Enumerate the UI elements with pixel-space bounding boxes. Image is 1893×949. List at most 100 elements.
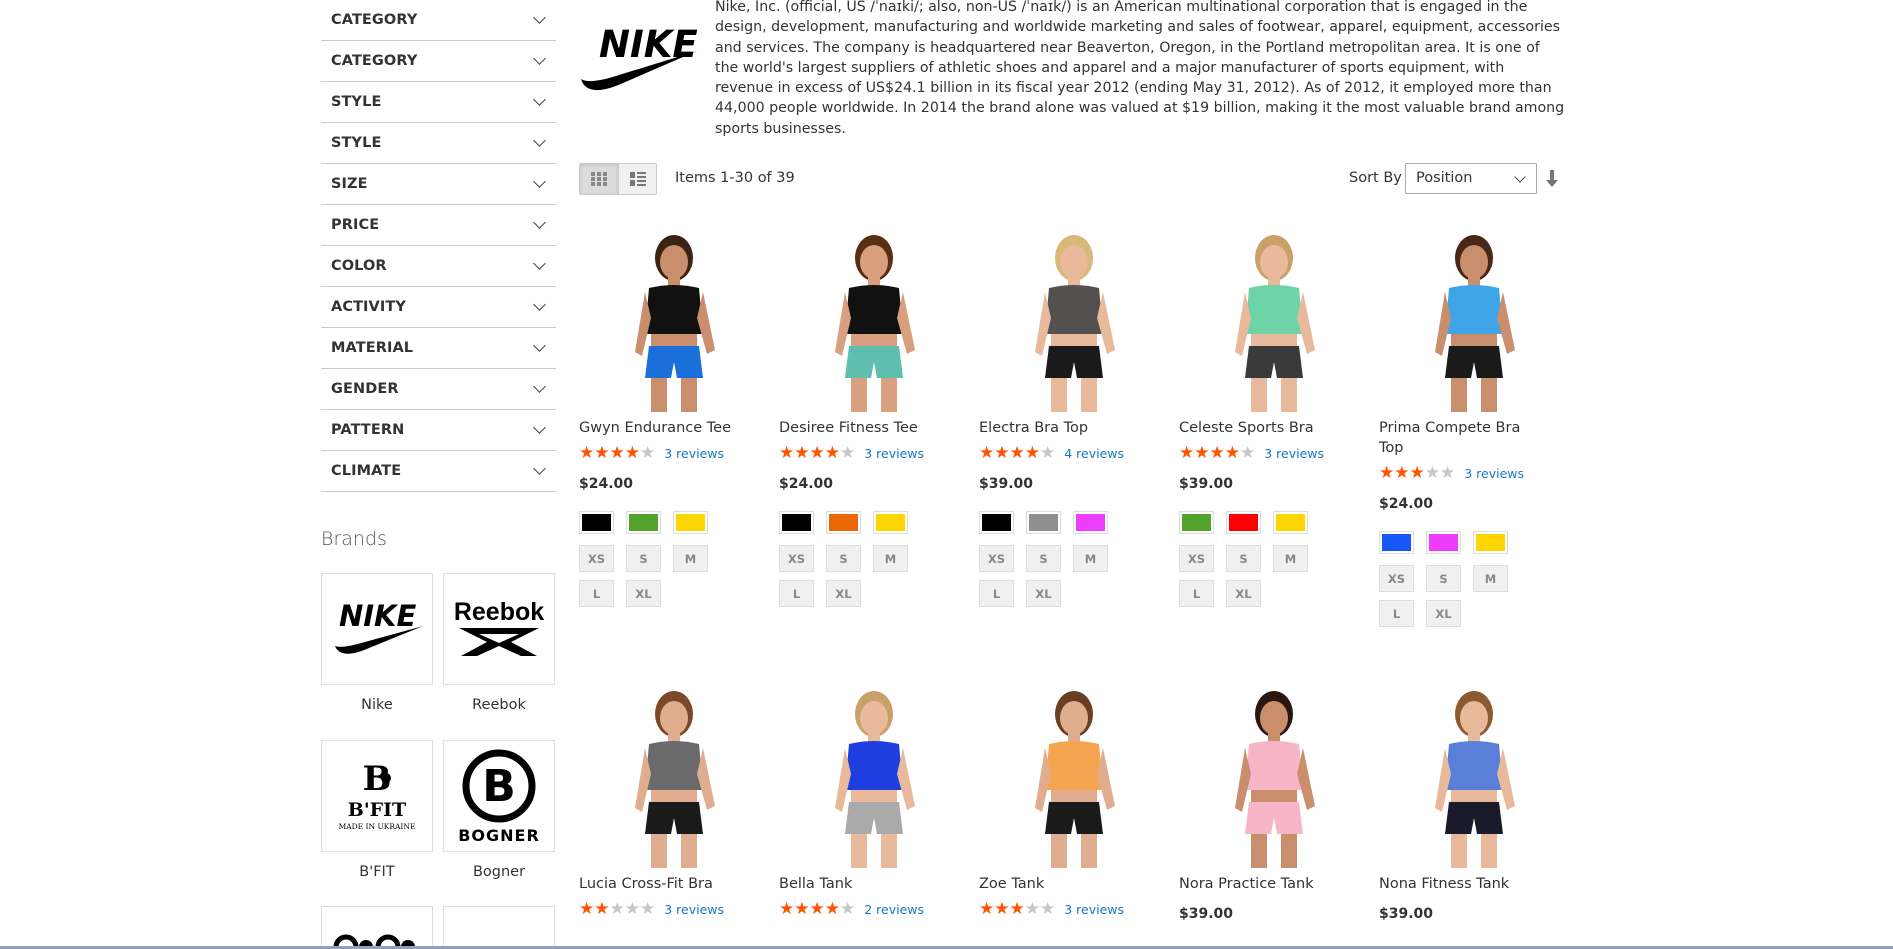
size-swatch[interactable]: XS	[779, 545, 814, 572]
filter-category[interactable]: CATEGORY	[321, 41, 556, 82]
brand-name[interactable]: Bogner	[443, 864, 555, 880]
bfit-logo[interactable]: B B'FIT MADE IN UKRAINE	[321, 740, 433, 852]
product-image[interactable]	[979, 222, 1169, 412]
size-swatch[interactable]: XL	[1226, 580, 1261, 607]
brand-tile-partial[interactable]	[443, 906, 555, 949]
filter-category[interactable]: CATEGORY	[321, 0, 556, 41]
grid-mode-button[interactable]	[580, 164, 618, 194]
brand-bfit[interactable]: B B'FIT MADE IN UKRAINE B'FIT	[321, 740, 433, 880]
color-swatch[interactable]	[979, 511, 1014, 534]
product-name-link[interactable]: Celeste Sports Bra	[1179, 418, 1369, 438]
size-swatch[interactable]: L	[1379, 600, 1414, 627]
reviews-link[interactable]: 2 reviews	[864, 902, 924, 917]
product-item[interactable]: Zoe Tank ★ ★ ★ ★ ★ 3 reviews	[979, 678, 1169, 919]
color-swatch[interactable]	[1226, 511, 1261, 534]
product-name-link[interactable]: Desiree Fitness Tee	[779, 418, 969, 438]
product-image[interactable]	[1179, 678, 1369, 868]
color-swatch[interactable]	[1379, 531, 1414, 554]
product-name-link[interactable]: Bella Tank	[779, 874, 969, 894]
brand-reebok[interactable]: Reebok Reebok	[443, 573, 555, 713]
product-item[interactable]: Prima Compete Bra Top ★ ★ ★ ★ ★ 3 reviews $24…	[1379, 222, 1569, 635]
brand-name[interactable]: Reebok	[443, 697, 555, 713]
size-swatch[interactable]: M	[873, 545, 908, 572]
size-swatch[interactable]: L	[979, 580, 1014, 607]
color-swatch[interactable]	[1473, 531, 1508, 554]
product-item[interactable]: Celeste Sports Bra ★ ★ ★ ★ ★ 3 reviews $39.00…	[1179, 222, 1369, 615]
sort-select[interactable]: Position	[1405, 163, 1537, 194]
size-swatch[interactable]: L	[779, 580, 814, 607]
filter-style[interactable]: STYLE	[321, 82, 556, 123]
product-name-link[interactable]: Nora Practice Tank	[1179, 874, 1369, 894]
color-swatch[interactable]	[1273, 511, 1308, 534]
product-image[interactable]	[1379, 222, 1569, 412]
product-image[interactable]	[1179, 222, 1369, 412]
product-image[interactable]	[579, 678, 769, 868]
size-swatch[interactable]: M	[1473, 565, 1508, 592]
color-swatch[interactable]	[826, 511, 861, 534]
color-swatch[interactable]	[873, 511, 908, 534]
product-item[interactable]: Electra Bra Top ★ ★ ★ ★ ★ 4 reviews $39.00 XS S…	[979, 222, 1169, 615]
size-swatch[interactable]: XS	[979, 545, 1014, 572]
color-swatch[interactable]	[1426, 531, 1461, 554]
nike-logo[interactable]: NIKE	[321, 573, 433, 685]
size-swatch[interactable]: XS	[1379, 565, 1414, 592]
reviews-link[interactable]: 4 reviews	[1064, 446, 1124, 461]
color-swatch[interactable]	[673, 511, 708, 534]
list-mode-button[interactable]	[618, 164, 656, 194]
product-name-link[interactable]: Nona Fitness Tank	[1379, 874, 1569, 894]
filter-material[interactable]: MATERIAL	[321, 328, 556, 369]
size-swatch[interactable]: S	[826, 545, 861, 572]
size-swatch[interactable]: XS	[1179, 545, 1214, 572]
product-name-link[interactable]: Gwyn Endurance Tee	[579, 418, 769, 438]
product-image[interactable]	[779, 222, 969, 412]
size-swatch[interactable]: XL	[1026, 580, 1061, 607]
brand-tile-partial[interactable]	[321, 906, 433, 949]
reviews-link[interactable]: 3 reviews	[864, 446, 924, 461]
reviews-link[interactable]: 3 reviews	[1264, 446, 1324, 461]
product-name-link[interactable]: Prima Compete Bra Top	[1379, 418, 1529, 458]
product-image[interactable]	[579, 222, 769, 412]
product-image[interactable]	[779, 678, 969, 868]
filter-color[interactable]: COLOR	[321, 246, 556, 287]
product-item[interactable]: Nona Fitness Tank $39.00	[1379, 678, 1569, 922]
color-swatch[interactable]	[626, 511, 661, 534]
color-swatch[interactable]	[1026, 511, 1061, 534]
size-swatch[interactable]: XS	[579, 545, 614, 572]
size-swatch[interactable]: XL	[626, 580, 661, 607]
product-item[interactable]: Nora Practice Tank $39.00	[1179, 678, 1369, 922]
reviews-link[interactable]: 3 reviews	[1464, 466, 1524, 481]
size-swatch[interactable]: S	[1426, 565, 1461, 592]
size-swatch[interactable]: XL	[1426, 600, 1461, 627]
reebok-logo[interactable]: Reebok	[443, 573, 555, 685]
color-swatch[interactable]	[779, 511, 814, 534]
bogner-logo[interactable]: B BOGNER	[443, 740, 555, 852]
color-swatch[interactable]	[1073, 511, 1108, 534]
reviews-link[interactable]: 3 reviews	[1064, 902, 1124, 917]
filter-pattern[interactable]: PATTERN	[321, 410, 556, 451]
brand-bogner[interactable]: B BOGNER Bogner	[443, 740, 555, 880]
product-item[interactable]: Gwyn Endurance Tee ★ ★ ★ ★ ★ 3 reviews $24.00…	[579, 222, 769, 615]
brand-logo-partial[interactable]	[443, 906, 555, 949]
product-name-link[interactable]: Zoe Tank	[979, 874, 1169, 894]
filter-activity[interactable]: ACTIVITY	[321, 287, 556, 328]
brand-nike[interactable]: NIKE Nike	[321, 573, 433, 713]
brand-name[interactable]: Nike	[321, 697, 433, 713]
product-item[interactable]: Lucia Cross-Fit Bra ★ ★ ★ ★ ★ 3 reviews	[579, 678, 769, 919]
brand-logo-partial[interactable]	[321, 906, 433, 949]
sort-direction-icon[interactable]	[1544, 170, 1560, 188]
product-name-link[interactable]: Lucia Cross-Fit Bra	[579, 874, 769, 894]
size-swatch[interactable]: S	[626, 545, 661, 572]
size-swatch[interactable]: M	[1073, 545, 1108, 572]
reviews-link[interactable]: 3 reviews	[664, 902, 724, 917]
color-swatch[interactable]	[579, 511, 614, 534]
size-swatch[interactable]: M	[673, 545, 708, 572]
product-name-link[interactable]: Electra Bra Top	[979, 418, 1169, 438]
reviews-link[interactable]: 3 reviews	[664, 446, 724, 461]
brand-name[interactable]: B'FIT	[321, 864, 433, 880]
size-swatch[interactable]: M	[1273, 545, 1308, 572]
size-swatch[interactable]: L	[1179, 580, 1214, 607]
filter-price[interactable]: PRICE	[321, 205, 556, 246]
product-image[interactable]	[1379, 678, 1569, 868]
size-swatch[interactable]: S	[1226, 545, 1261, 572]
product-item[interactable]: Bella Tank ★ ★ ★ ★ ★ 2 reviews	[779, 678, 969, 919]
